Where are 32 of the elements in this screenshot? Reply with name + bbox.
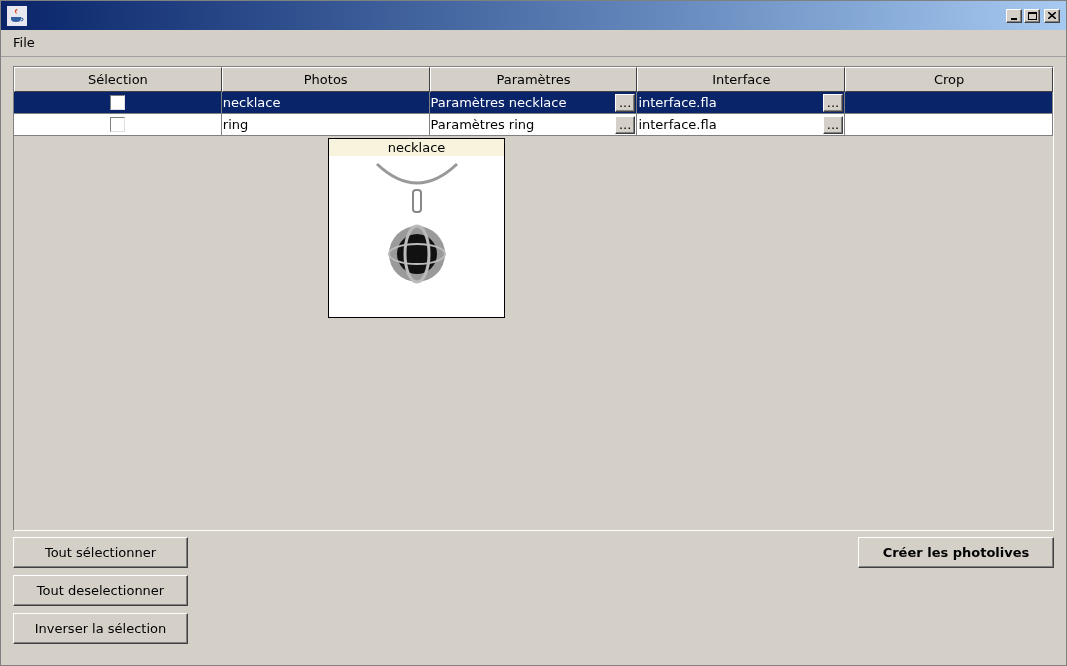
- table-row[interactable]: necklace Paramètres necklace ... interface.fla ...: [14, 92, 1053, 114]
- table-cell-text: necklace: [222, 93, 281, 112]
- column-header[interactable]: Photos: [221, 67, 430, 92]
- select-button[interactable]: Tout sélectionner: [13, 537, 188, 568]
- maximize-button[interactable]: [1024, 8, 1040, 23]
- column-header[interactable]: Crop: [845, 67, 1053, 92]
- checkbox[interactable]: [109, 117, 125, 132]
- select-button[interactable]: Tout deselectionner: [13, 575, 188, 606]
- coffee-cup-icon: [7, 5, 27, 26]
- column-header[interactable]: Sélection: [14, 67, 222, 92]
- table-row[interactable]: ring Paramètres ring ... interface.fla ...: [14, 114, 1053, 136]
- create-button[interactable]: Créer les photolives: [858, 537, 1054, 568]
- table-cell-text: Paramètres ring: [430, 115, 535, 134]
- minimize-button[interactable]: [1006, 8, 1022, 23]
- table-cell-text: Paramètres necklace: [430, 93, 567, 112]
- checkbox[interactable]: [109, 95, 125, 110]
- column-header[interactable]: Interface: [637, 67, 846, 92]
- select-button[interactable]: Inverser la sélection: [13, 613, 188, 644]
- browse-button[interactable]: ...: [615, 93, 636, 112]
- menu-item[interactable]: File: [7, 33, 41, 53]
- close-icon: [1048, 12, 1056, 19]
- browse-button[interactable]: ...: [822, 115, 844, 134]
- table-cell-text: ring: [222, 115, 249, 134]
- table-cell-text: interface.fla: [638, 93, 717, 112]
- maximize-icon: [1027, 11, 1037, 20]
- browse-button[interactable]: ...: [615, 115, 636, 134]
- browse-button[interactable]: ...: [822, 93, 844, 112]
- minimize-icon: [1011, 17, 1017, 20]
- table-cell-text: interface.fla: [638, 115, 717, 134]
- column-header[interactable]: Paramètres: [429, 67, 638, 92]
- close-button[interactable]: [1044, 8, 1060, 23]
- tooltip-title: necklace: [329, 139, 504, 156]
